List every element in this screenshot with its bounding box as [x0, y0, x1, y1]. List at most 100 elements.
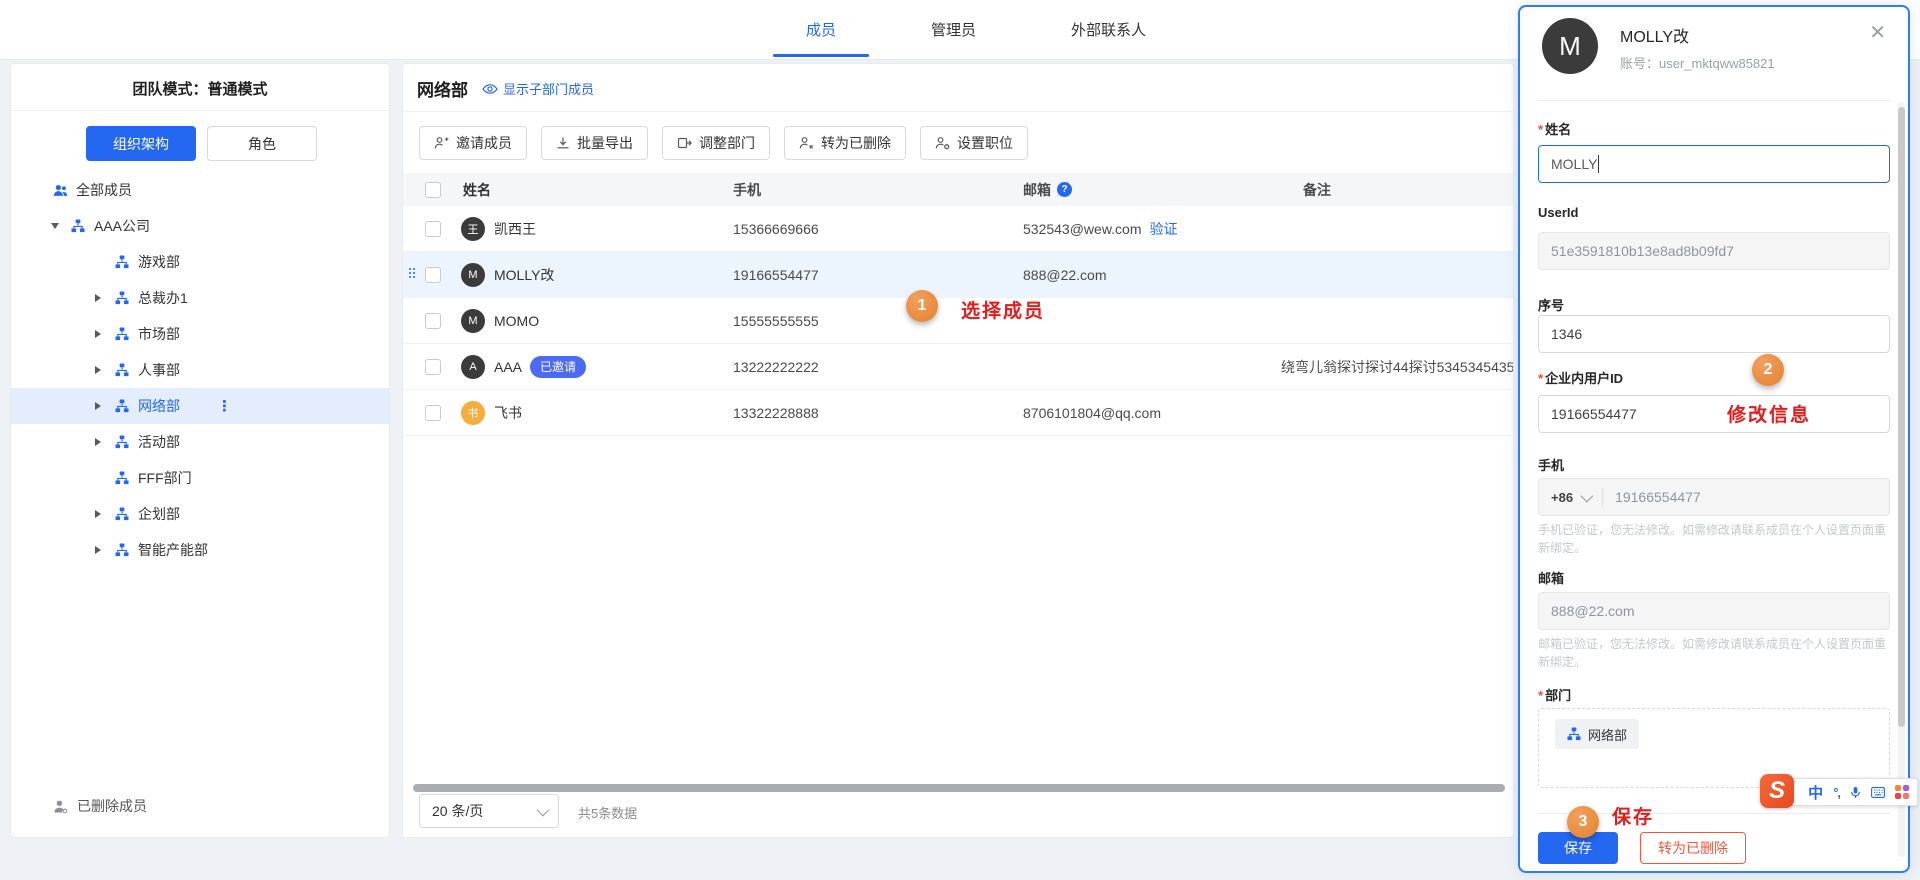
select-all-checkbox[interactable] — [425, 182, 441, 198]
avatar: M — [461, 263, 485, 287]
move-to-deleted-button[interactable]: 转为已删除 — [784, 126, 906, 160]
table-row[interactable]: M MOMO 15555555555 — [403, 298, 1513, 344]
sidebar-item-ceo-office[interactable]: 总裁办1 — [11, 280, 389, 316]
department-tag[interactable]: 网络部 — [1555, 719, 1639, 749]
org-icon — [115, 507, 130, 522]
sidebar-item-all-members[interactable]: 全部成员 — [11, 172, 389, 208]
person-gear-icon — [935, 136, 950, 150]
org-structure-button[interactable]: 组织架构 — [86, 126, 196, 161]
drag-handle-icon[interactable] — [409, 268, 418, 282]
horizontal-scrollbar[interactable] — [413, 784, 1505, 792]
ime-toolbar[interactable]: 中 °, — [1788, 778, 1918, 806]
email-field-label: 邮箱 — [1538, 568, 1564, 587]
caret-right-icon[interactable] — [95, 402, 115, 410]
show-sub-department-link[interactable]: 显示子部门成员 — [482, 79, 594, 98]
org-icon — [115, 435, 130, 450]
org-icon — [115, 327, 130, 342]
tree-item-label: 企划部 — [138, 504, 180, 524]
annotation-step-2: 2 — [1752, 354, 1784, 386]
set-position-button[interactable]: 设置职位 — [920, 126, 1028, 160]
sidebar-item-planning-dept[interactable]: 企划部 — [11, 496, 389, 532]
member-email: 8706101804@qq.com — [1023, 390, 1273, 435]
member-phone: 13322228888 — [733, 390, 1013, 435]
tab-external-contacts[interactable]: 外部联系人 — [1071, 0, 1146, 59]
sidebar-item-fff-dept[interactable]: FFF部门 — [11, 460, 389, 496]
help-icon[interactable]: ? — [1057, 182, 1072, 197]
invite-member-button[interactable]: 邀请成员 — [419, 126, 527, 160]
country-code-select[interactable]: +86 — [1551, 490, 1590, 505]
adjust-department-button[interactable]: 调整部门 — [662, 126, 770, 160]
chevron-down-icon — [537, 803, 550, 816]
tree-item-label: 全部成员 — [76, 180, 132, 200]
caret-right-icon[interactable] — [95, 294, 115, 302]
page-size-select[interactable]: 20 条/页 — [419, 794, 559, 828]
panel-scrollbar-thumb[interactable] — [1898, 107, 1905, 727]
sidebar-item-hr-dept[interactable]: 人事部 — [11, 352, 389, 388]
tab-external-contacts-label: 外部联系人 — [1071, 19, 1146, 40]
row-checkbox[interactable] — [425, 313, 441, 329]
tab-admins[interactable]: 管理员 — [931, 0, 976, 59]
tab-admins-label: 管理员 — [931, 19, 976, 40]
keyboard-icon[interactable] — [1871, 787, 1885, 798]
chevron-down-icon — [1581, 489, 1594, 502]
ime-tools-grid-icon[interactable] — [1895, 785, 1909, 799]
caret-right-icon[interactable] — [95, 330, 115, 338]
deleted-person-icon — [53, 799, 68, 814]
deleted-members-item[interactable]: 已删除成员 — [53, 796, 147, 816]
tree-item-label: 网络部 — [138, 396, 180, 416]
team-mode-title: 团队模式：普通模式 — [11, 78, 389, 99]
ime-chinese-mode-icon[interactable]: 中 — [1808, 782, 1823, 803]
email-helper-text: 邮箱已验证，您无法修改。如需修改请联系成员在个人设置页面重新绑定。 — [1538, 635, 1892, 671]
text-cursor — [1598, 155, 1599, 173]
row-checkbox[interactable] — [425, 221, 441, 237]
sidebar: 团队模式：普通模式 组织架构 角色 全部成员 AAA公司 — [10, 63, 390, 838]
microphone-icon[interactable] — [1850, 786, 1861, 799]
field-separator — [1602, 488, 1603, 506]
table-row[interactable]: M MOLLY改 19166554477 888@22.com — [403, 252, 1513, 298]
sidebar-item-network-dept[interactable]: 网络部 ⋮ — [11, 388, 389, 424]
avatar: A — [461, 355, 485, 379]
tree-item-label: 智能产能部 — [138, 540, 208, 560]
row-checkbox[interactable] — [425, 267, 441, 283]
tab-members[interactable]: 成员 — [806, 0, 836, 59]
table-row[interactable]: A AAA 已邀请 13222222222 绕弯儿翁探讨探讨44探讨534534… — [403, 344, 1513, 390]
sidebar-item-market-dept[interactable]: 市场部 — [11, 316, 389, 352]
row-checkbox[interactable] — [425, 405, 441, 421]
phone-value: 19166554477 — [1615, 489, 1701, 505]
close-icon[interactable]: ✕ — [1869, 23, 1886, 43]
ime-punctuation-icon[interactable]: °, — [1833, 785, 1840, 800]
kebab-menu-icon[interactable]: ⋮ — [217, 397, 232, 415]
member-name: AAA — [494, 359, 522, 375]
corp-uid-field[interactable]: 19166554477 — [1538, 395, 1890, 433]
member-email: 532543@wew.com 验证 — [1023, 206, 1273, 251]
row-checkbox[interactable] — [425, 359, 441, 375]
userid-field: 51e3591810b13e8ad8b09fd7 — [1538, 232, 1890, 270]
caret-right-icon[interactable] — [95, 366, 115, 374]
tree-item-label: 活动部 — [138, 432, 180, 452]
tab-members-label: 成员 — [806, 19, 836, 40]
table-row[interactable]: 王 凯西王 15366669666 532543@wew.com 验证 — [403, 206, 1513, 252]
caret-right-icon[interactable] — [95, 438, 115, 446]
sidebar-item-game-dept[interactable]: 游戏部 — [11, 244, 389, 280]
header-name: 姓名 — [463, 173, 491, 206]
move-to-deleted-button[interactable]: 转为已删除 — [1640, 832, 1746, 864]
sidebar-item-aaa-company[interactable]: AAA公司 — [11, 208, 389, 244]
name-field-label: *姓名 — [1538, 119, 1571, 138]
batch-export-button[interactable]: 批量导出 — [541, 126, 648, 160]
main-divider — [403, 111, 1513, 112]
seq-field[interactable]: 1346 — [1538, 315, 1890, 353]
department-picker[interactable]: 网络部 — [1538, 708, 1890, 788]
total-count-label: 共5条数据 — [578, 803, 637, 822]
tree-item-label: 总裁办1 — [138, 288, 188, 308]
caret-right-icon[interactable] — [95, 510, 115, 518]
table-row[interactable]: 书 飞书 13322228888 8706101804@qq.com — [403, 390, 1513, 436]
caret-down-icon[interactable] — [51, 223, 71, 229]
caret-right-icon[interactable] — [95, 546, 115, 554]
sidebar-item-smart-capacity-dept[interactable]: 智能产能部 — [11, 532, 389, 568]
sidebar-item-activity-dept[interactable]: 活动部 — [11, 424, 389, 460]
role-button[interactable]: 角色 — [207, 126, 317, 161]
name-field[interactable]: MOLLY — [1538, 145, 1890, 183]
avatar: 王 — [461, 217, 485, 241]
member-remark: 绕弯儿翁探讨探讨44探讨534534543543 — [1281, 344, 1513, 389]
verify-link[interactable]: 验证 — [1150, 219, 1178, 239]
